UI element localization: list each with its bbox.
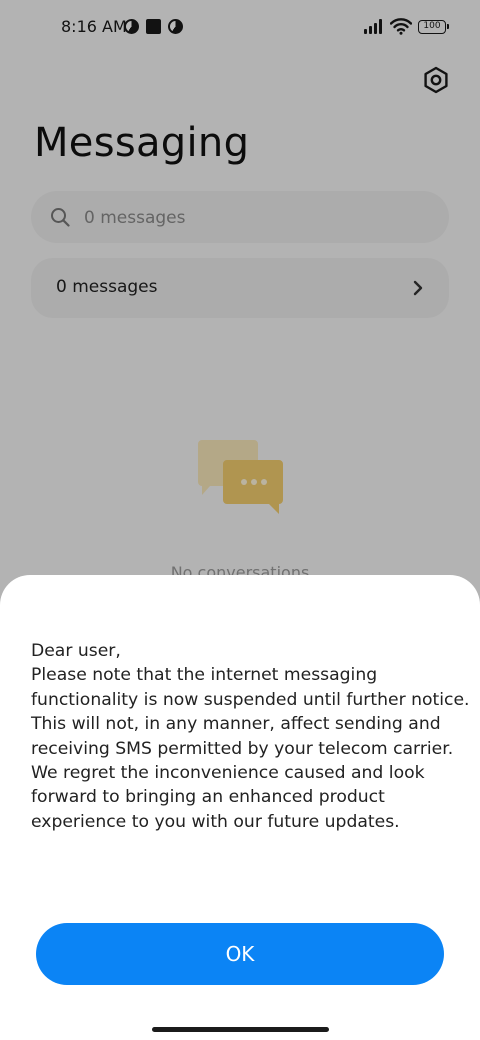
dialog-text: Please note that the internet messaging … [31,665,470,832]
dialog-message: Dear user, Please note that the internet… [31,639,471,834]
home-indicator[interactable] [152,1027,329,1032]
ok-button[interactable]: OK [36,923,444,985]
dialog-greeting: Dear user, [31,641,121,661]
notice-dialog: Dear user, Please note that the internet… [0,575,480,1040]
